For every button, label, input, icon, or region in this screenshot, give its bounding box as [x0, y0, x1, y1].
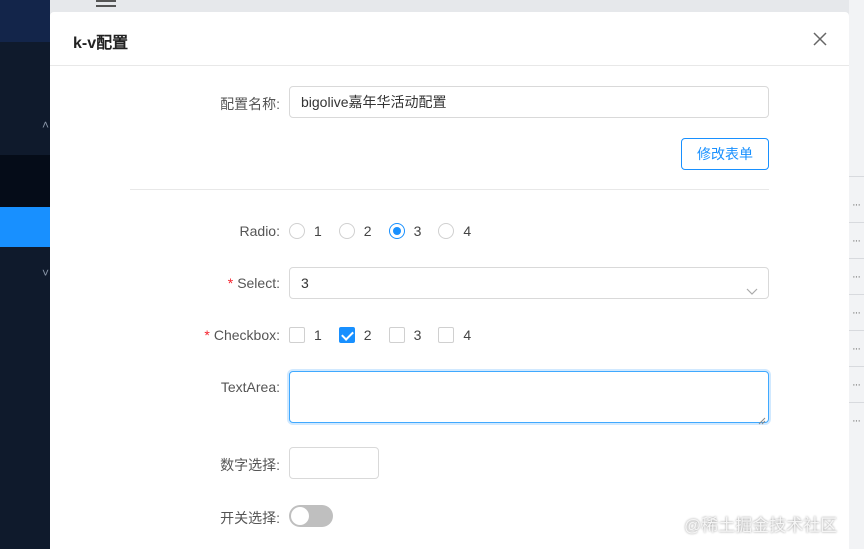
config-name-label: 配置名称: [220, 96, 280, 112]
number-label-text: 数字选择 [220, 457, 277, 473]
checkbox-checked[interactable] [338, 327, 355, 343]
app-sidebar: ˄ ˅ [0, 0, 50, 549]
sidebar-item[interactable] [0, 155, 50, 207]
checkbox-option-1[interactable]: 1 [289, 327, 322, 343]
checkbox[interactable] [289, 327, 305, 343]
background-table: ··· ··· ··· ··· ··· ··· ··· [849, 0, 864, 549]
radio-option-2[interactable]: 2 [338, 223, 372, 239]
radio-option-4[interactable]: 4 [438, 223, 471, 239]
radio-button-selected[interactable] [388, 223, 405, 239]
divider [130, 189, 769, 190]
number-label: 数字选择: [220, 457, 280, 473]
radio-option-label: 2 [363, 223, 372, 239]
textarea-label: TextArea: [220, 379, 280, 395]
radio-option-3[interactable]: 3 [388, 223, 422, 239]
checkbox-option-4[interactable]: 4 [438, 327, 471, 343]
edit-form-button[interactable]: 修改表单 [681, 138, 769, 170]
checkbox-option-label: 1 [314, 327, 322, 343]
checkbox-label: * Checkbox: [204, 327, 280, 343]
config-name-label-text: 配置名称 [220, 96, 277, 112]
radio-group: 1 2 3 4 [289, 221, 488, 241]
sidebar-item-active[interactable] [0, 207, 50, 247]
chevron-up-icon: ˄ [42, 118, 50, 132]
radio-option-1[interactable]: 1 [289, 223, 322, 239]
required-mark: * [227, 275, 234, 291]
checkbox[interactable] [388, 327, 405, 343]
select-value: 3 [301, 275, 309, 291]
close-icon[interactable] [810, 29, 830, 49]
chevron-down-icon: ˅ [42, 266, 50, 280]
checkbox-option-3[interactable]: 3 [388, 327, 422, 343]
radio-label-text: Radio [239, 223, 277, 239]
radio-option-label: 4 [463, 223, 472, 239]
toggle-switch[interactable] [289, 505, 333, 527]
menu-icon[interactable] [96, 0, 116, 8]
watermark: @稀土掘金技术社区 [684, 516, 838, 535]
select-label: * Select: [227, 275, 280, 291]
select-label-text: Select [237, 275, 277, 291]
radio-button[interactable] [438, 223, 455, 239]
radio-button[interactable] [289, 223, 305, 239]
switch-knob [291, 507, 309, 525]
required-mark: * [204, 327, 210, 343]
modal-title: k-v配置 [73, 35, 129, 52]
switch-label: 开关选择: [220, 510, 280, 526]
kv-config-modal: k-v配置 配置名称: bigolive嘉年华活动配置 修改表单 Radio: … [50, 12, 849, 549]
checkbox-option-label: 3 [413, 327, 422, 343]
checkbox-option-label: 4 [463, 327, 472, 343]
checkbox-label-text: Checkbox [213, 327, 277, 343]
checkbox-group: 1 2 3 4 [289, 325, 488, 345]
textarea-field[interactable] [289, 371, 769, 423]
number-input[interactable] [289, 447, 379, 479]
switch-label-text: 开关选择 [220, 510, 277, 526]
checkbox-option-2[interactable]: 2 [338, 327, 372, 343]
chevron-down-icon [746, 277, 758, 295]
checkbox[interactable] [438, 327, 455, 343]
resize-handle-icon[interactable] [758, 412, 766, 425]
radio-label: Radio: [239, 223, 280, 239]
sidebar-logo-area [0, 0, 50, 42]
modal-header: k-v配置 [50, 12, 849, 66]
radio-button[interactable] [338, 223, 355, 239]
checkbox-option-label: 2 [363, 327, 372, 343]
textarea-label-text: TextArea [220, 379, 277, 395]
config-name-input[interactable]: bigolive嘉年华活动配置 [289, 86, 769, 118]
radio-option-label: 3 [413, 223, 422, 239]
radio-option-label: 1 [314, 223, 322, 239]
select-dropdown[interactable]: 3 [289, 267, 769, 299]
